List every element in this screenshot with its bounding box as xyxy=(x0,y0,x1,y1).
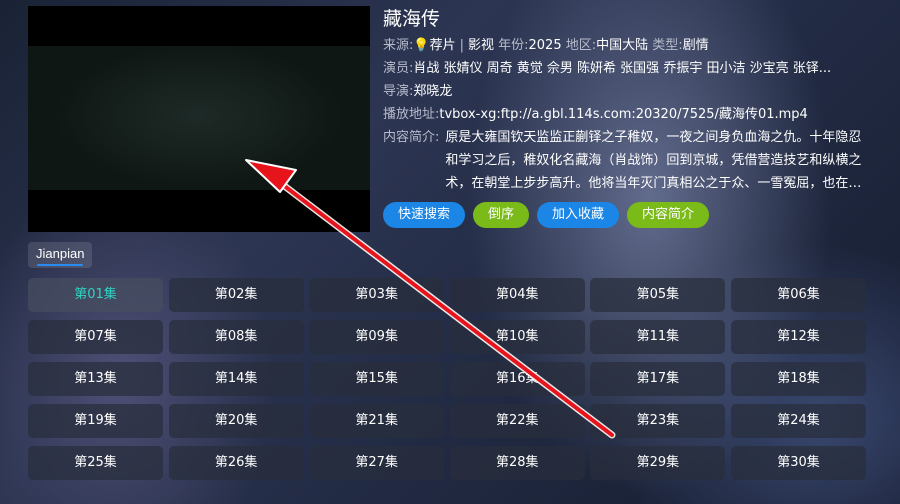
cast-label: 演员: xyxy=(383,61,414,76)
play-url-label: 播放地址: xyxy=(383,107,440,122)
action-buttons: 快速搜索 倒序 加入收藏 内容简介 xyxy=(383,202,873,228)
episode-button[interactable]: 第01集 xyxy=(28,278,163,312)
source-separator: | xyxy=(459,38,464,53)
episode-button[interactable]: 第25集 xyxy=(28,446,163,480)
summary-label: 内容简介: xyxy=(383,130,440,145)
episode-button[interactable]: 第13集 xyxy=(28,362,163,396)
episode-button[interactable]: 第30集 xyxy=(730,446,866,480)
cast-value: 肖战 张婧仪 周奇 黄觉 佘男 陈妍希 张国强 乔振宇 田小洁 沙宝亮 张铎..… xyxy=(413,61,832,76)
director-row: 导演:郑晓龙 xyxy=(383,80,873,103)
play-url-value: tvbox-xg:ftp://a.gbl.114s.com:20320/7525… xyxy=(439,107,808,122)
quick-search-button[interactable]: 快速搜索 xyxy=(383,202,466,228)
episode-button[interactable]: 第22集 xyxy=(449,404,585,438)
episode-button[interactable]: 第28集 xyxy=(449,446,585,480)
meta-row: 来源:💡荐片 | 影视 年份:2025 地区:中国大陆 类型:剧情 xyxy=(383,34,873,57)
summary-text: 原是大雍国钦天监监正蒯铎之子稚奴，一夜之间身负血海之仇。十年隐忍和学习之后，稚奴… xyxy=(445,130,862,191)
source-label: 来源: xyxy=(383,38,414,53)
episode-button[interactable]: 第19集 xyxy=(28,404,163,438)
episode-button[interactable]: 第14集 xyxy=(168,362,304,396)
add-favorite-button[interactable]: 加入收藏 xyxy=(537,202,620,228)
source-value: 💡荐片 xyxy=(413,38,456,53)
play-url-row: 播放地址:tvbox-xg:ftp://a.gbl.114s.com:20320… xyxy=(383,103,873,126)
episode-button[interactable]: 第21集 xyxy=(309,404,445,438)
genre-value: 剧情 xyxy=(682,38,709,53)
genre-label: 类型: xyxy=(652,38,683,53)
episode-button[interactable]: 第23集 xyxy=(590,404,726,438)
year-label: 年份: xyxy=(498,38,529,53)
episode-button[interactable]: 第20集 xyxy=(168,404,304,438)
cast-row: 演员:肖战 张婧仪 周奇 黄觉 佘男 陈妍希 张国强 乔振宇 田小洁 沙宝亮 张… xyxy=(383,57,873,80)
episode-button[interactable]: 第27集 xyxy=(309,446,445,480)
episode-grid: 第01集 第02集 第03集 第04集 第05集 第06集第07集 第08集 第09集 第10集… xyxy=(28,278,866,480)
episode-button[interactable]: 第15集 xyxy=(309,362,445,396)
director-value: 郑晓龙 xyxy=(413,84,453,99)
year-value: 2025 xyxy=(528,38,562,53)
summary-row: 内容简介: 原是大雍国钦天监监正蒯铎之子稚奴，一夜之间身负血海之仇。十年隐忍和学… xyxy=(383,126,873,195)
summary-button[interactable]: 内容简介 xyxy=(627,202,710,228)
episode-button[interactable]: 第16集 xyxy=(449,362,585,396)
source-type: 影视 xyxy=(467,38,494,53)
episode-button[interactable]: 第12集 xyxy=(730,320,866,354)
video-frame xyxy=(28,46,370,190)
reverse-order-button[interactable]: 倒序 xyxy=(473,202,530,228)
episode-button[interactable]: 第07集 xyxy=(28,320,163,354)
episode-button[interactable]: 第04集 xyxy=(449,278,585,312)
episode-button[interactable]: 第03集 xyxy=(309,278,445,312)
episode-button[interactable]: 第26集 xyxy=(168,446,304,480)
detail-panel: 藏海传 来源:💡荐片 | 影视 年份:2025 地区:中国大陆 类型:剧情 演员:肖… xyxy=(383,6,873,228)
tab-underline xyxy=(37,264,84,266)
video-title: 藏海传 xyxy=(383,8,441,30)
episode-button[interactable]: 第11集 xyxy=(590,320,726,354)
episode-button[interactable]: 第06集 xyxy=(730,278,866,312)
source-tab-label: Jianpian xyxy=(36,246,85,261)
region-value: 中国大陆 xyxy=(596,38,649,53)
episode-button[interactable]: 第02集 xyxy=(168,278,304,312)
episode-button[interactable]: 第09集 xyxy=(309,320,445,354)
video-player[interactable] xyxy=(28,6,370,232)
episode-button[interactable]: 第10集 xyxy=(449,320,585,354)
episode-button[interactable]: 第05集 xyxy=(590,278,726,312)
director-label: 导演: xyxy=(383,84,414,99)
region-label: 地区: xyxy=(565,38,597,53)
episode-button[interactable]: 第29集 xyxy=(590,446,726,480)
source-tab-jianpian[interactable]: Jianpian xyxy=(28,242,93,268)
episode-button[interactable]: 第17集 xyxy=(590,362,726,396)
episode-button[interactable]: 第08集 xyxy=(168,320,304,354)
episode-button[interactable]: 第24集 xyxy=(730,404,866,438)
episode-button[interactable]: 第18集 xyxy=(730,362,866,396)
